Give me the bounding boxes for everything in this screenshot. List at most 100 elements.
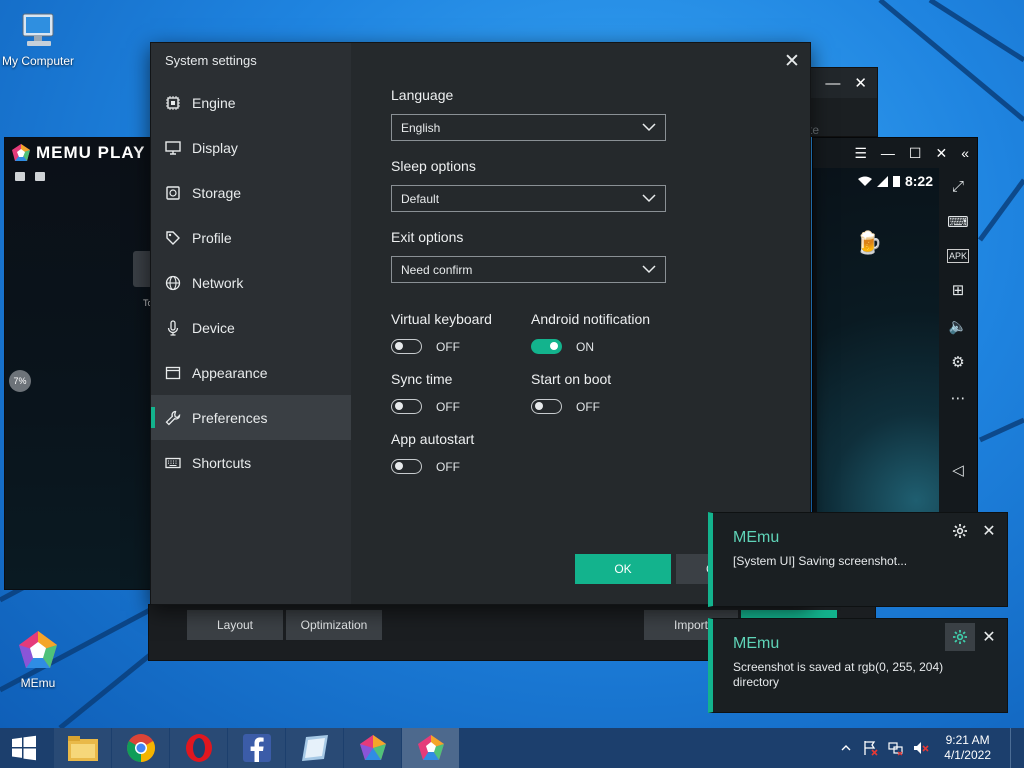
show-desktop-button[interactable] [1010, 728, 1016, 768]
image-icon [15, 172, 25, 181]
desktop-icon-my-computer[interactable]: My Computer [0, 10, 80, 68]
tray-network-icon[interactable] [888, 740, 904, 756]
nav-item-profile[interactable]: Profile [151, 215, 351, 260]
collapse-sidebar-button[interactable]: « [961, 145, 969, 161]
sync-time-label: Sync time [391, 371, 453, 387]
notification-close-button[interactable]: ✕ [977, 623, 1001, 651]
nav-item-engine[interactable]: Engine [151, 80, 351, 125]
taskbar-clock[interactable]: 9:21 AM 4/1/2022 [938, 733, 1001, 763]
notification-settings-button[interactable] [945, 623, 975, 651]
taskbar-notepad[interactable] [286, 728, 343, 768]
nav-label: Shortcuts [192, 454, 252, 471]
app-autostart-label: App autostart [391, 431, 475, 447]
virtual-keyboard-state: OFF [436, 340, 460, 354]
taskbar-opera[interactable] [170, 728, 227, 768]
language-select[interactable]: English [391, 114, 666, 141]
select-value: English [401, 120, 441, 135]
notification-body: [System UI] Saving screenshot... [733, 554, 908, 568]
more-icon[interactable]: ⋯ [951, 389, 966, 407]
exit-options-label: Exit options [391, 229, 464, 245]
start-button[interactable] [0, 728, 48, 768]
notification-saving[interactable]: MEmu [System UI] Saving screenshot... ✕ [708, 512, 1008, 607]
taskbar-memu-multi[interactable] [344, 728, 401, 768]
nav-item-device[interactable]: Device [151, 305, 351, 350]
desktop-icon-label: MEmu [20, 676, 56, 690]
notification-body: Screenshot is saved at rgb(0, 255, 204) … [733, 660, 944, 689]
desktop-icon-memu[interactable]: MEmu [0, 628, 80, 690]
taskbar-facebook[interactable] [228, 728, 285, 768]
flag-icon [864, 741, 878, 756]
sleep-options-select[interactable]: Default [391, 185, 666, 212]
wrench-icon [165, 410, 181, 425]
taskbar-chrome[interactable] [112, 728, 169, 768]
nav-item-storage[interactable]: Storage [151, 170, 351, 215]
clock-date: 4/1/2022 [944, 748, 991, 762]
keyboard-icon[interactable]: ⌨ [947, 213, 969, 231]
android-notification-toggle[interactable] [531, 339, 562, 354]
system-tray: 9:21 AM 4/1/2022 [838, 728, 1024, 768]
progress-badge: 7% [9, 370, 31, 392]
chip-icon [166, 95, 180, 110]
globe-icon [165, 275, 181, 290]
nav-item-appearance[interactable]: Appearance [151, 350, 351, 395]
ok-button[interactable]: OK [575, 554, 671, 584]
taskbar-memu[interactable] [402, 728, 459, 768]
toggle-knob [395, 402, 403, 410]
keyboard-icon [165, 457, 181, 468]
android-time: 8:22 [904, 173, 933, 189]
back-icon[interactable]: ◁ [952, 461, 964, 479]
minimize-button[interactable]: — [825, 75, 840, 92]
notification-settings-button[interactable] [945, 517, 975, 545]
background-window[interactable]: — ✕ te [800, 67, 878, 137]
maximize-button[interactable]: ☐ [909, 145, 922, 162]
tray-flag-icon[interactable] [863, 740, 879, 756]
taskbar-file-explorer[interactable] [54, 728, 111, 768]
notification-a-icon [35, 172, 45, 181]
notification-saved[interactable]: MEmu Screenshot is saved at rgb(0, 255, … [708, 618, 1008, 713]
gear-icon [953, 630, 967, 644]
nav-label: Device [192, 319, 235, 336]
settings-nav: Engine Display Storage Profile Network D… [151, 80, 351, 485]
memu-icon [417, 735, 444, 760]
volume-icon[interactable]: 🔈 [949, 317, 968, 335]
minimize-button[interactable]: — [881, 145, 895, 161]
nav-item-preferences[interactable]: Preferences [151, 395, 351, 440]
memu-logo-icon [12, 144, 30, 161]
memu-multi-icon [359, 735, 386, 760]
notification-close-button[interactable]: ✕ [977, 517, 1001, 545]
nav-item-shortcuts[interactable]: Shortcuts [151, 440, 351, 485]
sync-time-toggle[interactable] [391, 399, 422, 414]
start-on-boot-toggle[interactable] [531, 399, 562, 414]
network-icon [888, 742, 903, 756]
sleep-options-label: Sleep options [391, 158, 476, 174]
apk-icon[interactable]: APK [946, 249, 969, 263]
layout-button[interactable]: Layout [187, 610, 283, 640]
settings-icon[interactable]: ⚙ [951, 353, 964, 371]
notepad-icon [301, 735, 328, 761]
beer-icon[interactable]: 🍺 [855, 230, 882, 256]
app-autostart-toggle[interactable] [391, 459, 422, 474]
nav-item-display[interactable]: Display [151, 125, 351, 170]
close-button[interactable]: ✕ [854, 74, 867, 92]
exit-options-select[interactable]: Need confirm [391, 256, 666, 283]
nav-item-network[interactable]: Network [151, 260, 351, 305]
menu-button[interactable]: ☰ [854, 145, 867, 162]
virtual-keyboard-toggle[interactable] [391, 339, 422, 354]
fullscreen-icon[interactable]: ⤢ [952, 178, 964, 195]
close-button[interactable]: ✕ [935, 145, 947, 162]
show-hidden-icons-button[interactable] [838, 740, 854, 756]
optimization-button[interactable]: Optimization [286, 610, 382, 640]
android-screen[interactable]: 8:22 🍺 [817, 168, 941, 518]
tray-volume-icon[interactable] [913, 740, 929, 756]
android-statusbar: 8:22 [817, 168, 941, 189]
nav-label: Profile [192, 229, 232, 246]
memu-main-window[interactable]: MEMU PLAY To 7% [4, 137, 155, 590]
taskbar: 9:21 AM 4/1/2022 [0, 728, 1024, 768]
computer-icon [22, 13, 54, 46]
android-emulator-panel[interactable]: ☰ — ☐ ✕ « 8:22 🍺 ⤢ ⌨ APK ⊞ 🔈 ⚙ ⋯ ◁ [812, 137, 978, 518]
wifi-icon [857, 176, 872, 186]
chevron-down-icon [642, 265, 656, 274]
nav-label: Display [192, 139, 238, 156]
chevron-down-icon [642, 123, 656, 132]
add-window-icon[interactable]: ⊞ [952, 281, 965, 299]
